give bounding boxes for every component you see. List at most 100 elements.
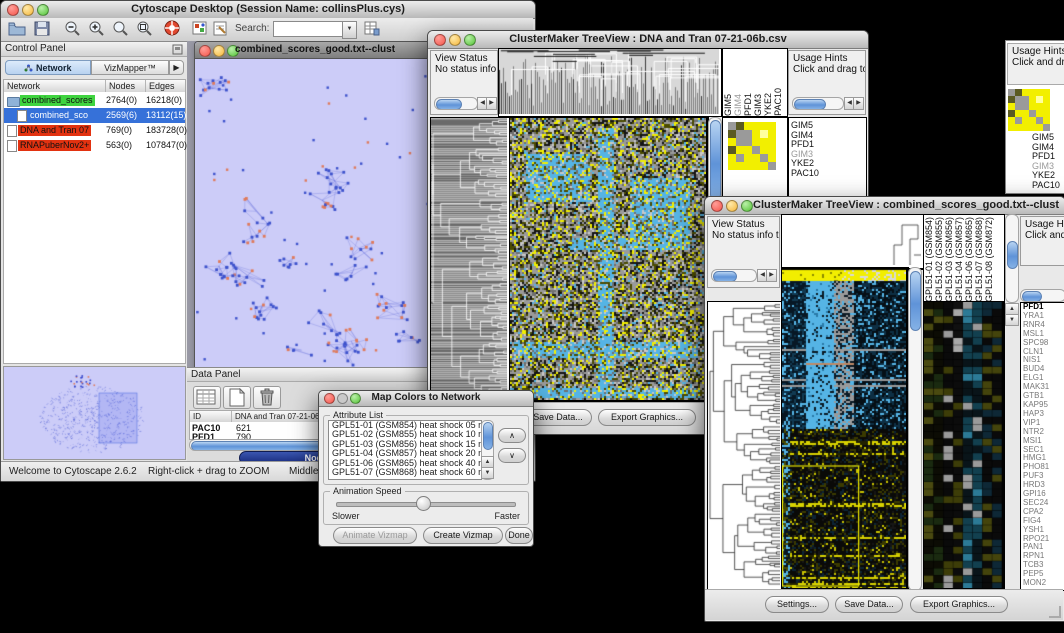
treeview-combined-titlebar[interactable]: ClusterMaker TreeView : combined_scores_… — [705, 197, 1064, 215]
network-table-header-edges[interactable]: Edges — [146, 80, 185, 92]
column-label[interactable]: YKE2 — [763, 93, 773, 116]
column-label[interactable]: GIM3 — [753, 94, 763, 116]
attr-col-id[interactable]: ID — [190, 411, 232, 422]
gene-label[interactable]: PAC10 — [789, 169, 866, 179]
column-dendrogram[interactable] — [498, 48, 722, 117]
array-label[interactable]: GPL51-04 (GSM857) — [954, 217, 964, 302]
network-overview-thumbnail[interactable] — [3, 366, 186, 460]
attribute-item[interactable]: GPL51-07 (GSM868) heat shock 60 min — [329, 468, 481, 477]
close-button[interactable] — [434, 34, 446, 46]
minimize-button[interactable] — [22, 4, 34, 16]
slower-label: Slower — [332, 511, 360, 521]
array-label[interactable]: GPL51-08 (GSM872) — [984, 217, 994, 302]
network-doc-icon — [7, 140, 17, 152]
network-table-header-nodes[interactable]: Nodes — [106, 80, 146, 92]
tab-vizmapper[interactable]: VizMapper™ — [91, 60, 169, 75]
help-lifesaver-icon[interactable] — [163, 20, 182, 42]
treeview-dna-titlebar[interactable]: ClusterMaker TreeView : DNA and Tran 07-… — [428, 31, 868, 49]
scroll-down-arrow-icon[interactable]: ▼ — [1005, 314, 1019, 326]
tab-overflow-button[interactable]: ▶ — [169, 60, 184, 75]
annotation-icon[interactable] — [212, 20, 230, 42]
close-button[interactable] — [324, 393, 335, 404]
float-panel-icon[interactable] — [172, 44, 183, 58]
network-row-rnapuber[interactable]: RNAPuberNov2+ 563(0) 107847(0) — [4, 138, 185, 153]
treeview-combined-buttonbar: Settings... Save Data... Export Graphics… — [705, 589, 1063, 620]
zoom-selected-icon[interactable] — [135, 20, 154, 42]
matrix-file-icon[interactable] — [223, 386, 251, 409]
delete-trash-icon[interactable] — [253, 386, 281, 409]
network-table-header-network[interactable]: Network — [4, 80, 106, 92]
close-button[interactable] — [199, 45, 211, 57]
array-label[interactable]: GPL51-03 (GSM856) — [944, 217, 954, 302]
array-label[interactable]: GPL51-06 (GSM865) — [964, 217, 974, 302]
save-data-button[interactable]: Save Data... — [835, 596, 903, 613]
network-row-combined-sco-selected[interactable]: combined_sco 2569(6) 13112(15) — [4, 108, 185, 123]
main-titlebar[interactable]: Cytoscape Desktop (Session Name: collins… — [1, 1, 535, 19]
open-folder-icon[interactable] — [7, 20, 27, 42]
usage-hints-title: Usage Hints — [789, 51, 865, 64]
global-heatmap[interactable] — [781, 267, 909, 591]
move-down-button[interactable]: ∨ — [498, 448, 526, 463]
done-button[interactable]: Done — [505, 527, 533, 544]
animate-vizmap-button[interactable]: Animate Vizmap — [333, 527, 417, 544]
save-icon[interactable] — [33, 20, 51, 42]
tab-network[interactable]: Network — [5, 60, 91, 75]
dialog-titlebar[interactable]: Map Colors to Network — [319, 391, 533, 407]
gene-label[interactable]: MON2 — [1021, 579, 1064, 588]
zoom-heatmap[interactable] — [923, 301, 1005, 591]
network-row-dna-tran[interactable]: DNA and Tran 07 769(0) 183728(0) — [4, 123, 185, 138]
attribute-table-icon[interactable] — [193, 386, 221, 409]
export-graphics-button[interactable]: Export Graphics... — [910, 596, 1008, 613]
heatmap-vscrollbar[interactable] — [908, 267, 922, 591]
array-label[interactable]: GPL51-02 (GSM855) — [934, 217, 944, 302]
zoom-fit-icon[interactable] — [111, 20, 130, 42]
column-label[interactable]: GIM4 — [733, 94, 743, 116]
zoom-out-icon[interactable] — [63, 20, 82, 42]
gene-label[interactable]: PAC10 — [1030, 181, 1064, 191]
search-input[interactable] — [273, 21, 343, 37]
column-label[interactable]: PAC10 — [773, 88, 783, 116]
row-dendrogram[interactable] — [430, 117, 510, 403]
column-label[interactable]: GIM5 — [723, 94, 733, 116]
speed-slider-thumb[interactable] — [416, 496, 431, 511]
global-heatmap[interactable] — [509, 117, 709, 403]
minimize-button[interactable] — [449, 34, 461, 46]
scroll-down-arrow-icon[interactable]: ▼ — [481, 467, 494, 479]
usage-hints-hscrollbar[interactable] — [792, 97, 844, 110]
minimize-button[interactable] — [337, 393, 348, 404]
zoom-button[interactable] — [741, 200, 753, 212]
export-graphics-button[interactable]: Export Graphics... — [598, 409, 696, 426]
zoom-matrix[interactable] — [728, 122, 776, 170]
close-button[interactable] — [7, 4, 19, 16]
row-dendrogram[interactable] — [707, 301, 783, 591]
scroll-right-arrow-icon[interactable]: ▶ — [766, 269, 777, 282]
array-label[interactable]: GPL51-07 (GSM868) — [974, 217, 984, 302]
create-vizmap-button[interactable]: Create Vizmap — [423, 527, 503, 544]
minimize-button[interactable] — [213, 45, 225, 57]
network-edges: 16218(0) — [146, 95, 187, 105]
labels-vscrollbar[interactable] — [1005, 214, 1019, 303]
array-label[interactable]: GPL51-01 (GSM854) — [924, 217, 934, 302]
settings-button[interactable]: Settings... — [765, 596, 829, 613]
gene-list-hscrollbar[interactable] — [1020, 289, 1064, 302]
column-dendrogram[interactable] — [781, 214, 924, 270]
view-status-hscrollbar[interactable] — [711, 269, 757, 282]
node-attributes-icon[interactable] — [191, 20, 209, 42]
save-data-button[interactable]: Save Data... — [524, 409, 592, 426]
network-row-combined-scores[interactable]: combined_scores 2764(0) 16218(0) — [4, 93, 185, 108]
network-view-canvas[interactable] — [196, 59, 432, 372]
network-view-frame[interactable]: combined_scores_good.txt--cluste... — [194, 41, 436, 375]
scroll-right-arrow-icon[interactable]: ▶ — [853, 97, 864, 110]
fragment-zoom-matrix[interactable] — [1008, 89, 1050, 131]
view-status-hscrollbar[interactable] — [434, 97, 478, 110]
scroll-right-arrow-icon[interactable]: ▶ — [486, 97, 497, 110]
search-dropdown-arrow-icon[interactable]: ▼ — [342, 21, 357, 39]
close-button[interactable] — [711, 200, 723, 212]
column-label[interactable]: PFD1 — [743, 93, 753, 116]
network-frame-titlebar[interactable]: combined_scores_good.txt--cluste... — [195, 42, 435, 59]
move-up-button[interactable]: ∧ — [498, 428, 526, 443]
zoom-in-icon[interactable] — [87, 20, 106, 42]
results-table-icon[interactable] — [363, 20, 381, 42]
resize-grip[interactable] — [1049, 606, 1061, 618]
minimize-button[interactable] — [726, 200, 738, 212]
